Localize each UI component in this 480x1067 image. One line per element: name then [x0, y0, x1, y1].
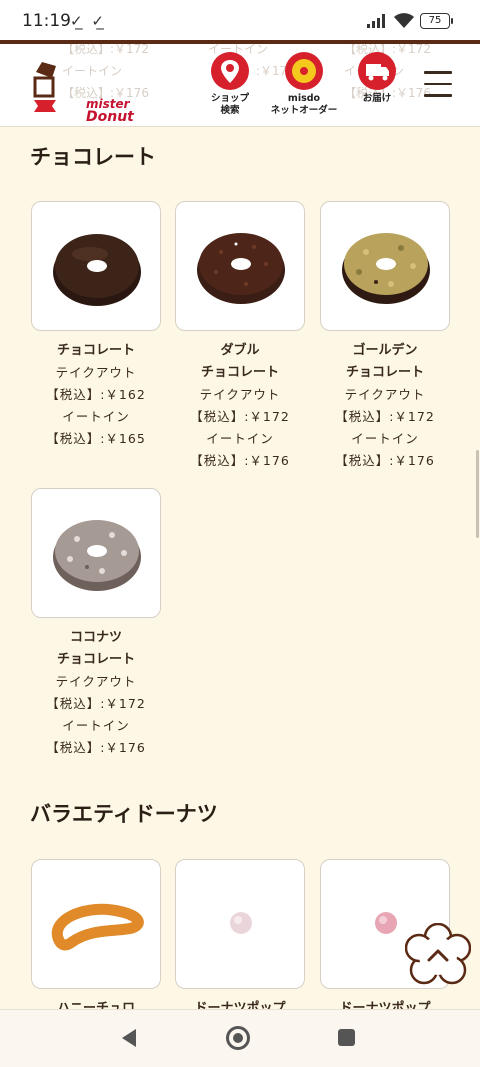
takeout-label: テイクアウト — [55, 365, 137, 380]
takeout-label: テイクアウト — [199, 387, 281, 402]
nav-delivery[interactable]: お届け — [337, 52, 417, 105]
takeout-price: 【税込】:￥172 — [335, 409, 435, 424]
takeout-price: 【税込】:￥172 — [190, 409, 290, 424]
eatin-price: 【税込】:￥176 — [46, 740, 146, 755]
product-name-line1: ゴールデン — [352, 343, 418, 358]
donut-pop-image — [230, 912, 252, 934]
eatin-price: 【税込】:￥165 — [46, 431, 146, 446]
takeout-price: 【税込】:￥162 — [46, 387, 146, 402]
product-card-honey-churro[interactable] — [31, 859, 161, 989]
eatin-price: 【税込】:￥176 — [190, 453, 290, 468]
product-info-golden-chocolate: ゴールデン チョコレート テイクアウト 【税込】:￥172 イートイン 【税込】… — [320, 340, 450, 472]
takeout-label: テイクアウト — [344, 387, 426, 402]
notification-check-icons: ✓̲ ✓̲ — [70, 12, 106, 30]
menu-hamburger-icon[interactable] — [424, 71, 452, 97]
location-pin-icon — [211, 52, 249, 90]
eatin-label: イートイン — [206, 431, 274, 446]
coconut-chocolate-donut-image — [53, 520, 141, 591]
takeout-price: 【税込】:￥172 — [46, 696, 146, 711]
home-icon[interactable] — [226, 1026, 250, 1050]
logo-word-donut: Donut — [86, 109, 134, 125]
nav-net-order[interactable]: misdo ネットオーダー — [264, 52, 344, 117]
ghost-text: 【税込】:￥172 — [62, 42, 149, 56]
double-chocolate-donut-image — [197, 233, 285, 304]
logo-wordmark: mister Donut — [86, 98, 134, 125]
delivery-truck-icon — [358, 52, 396, 90]
product-info-chocolate: チョコレート テイクアウト 【税込】:￥162 イートイン 【税込】:￥165 — [31, 340, 161, 450]
site-header: 【税込】:￥172 イートイン 【税込】:￥176 イートイン 【税込】:￥17… — [0, 40, 480, 127]
mobile-order-icon — [285, 52, 323, 90]
product-card-coconut-chocolate[interactable] — [31, 488, 161, 618]
chocolate-donut-image — [53, 234, 141, 306]
nav-shop-search[interactable]: ショップ 検索 — [190, 52, 270, 117]
eatin-label: イートイン — [62, 409, 130, 424]
product-info-coconut-chocolate: ココナツ チョコレート テイクアウト 【税込】:￥172 イートイン 【税込】:… — [31, 627, 161, 759]
product-card-double-chocolate[interactable] — [175, 201, 305, 331]
product-name: チョコレート — [56, 343, 135, 358]
section-title-variety: バラエティドーナツ — [30, 802, 218, 826]
eatin-label: イートイン — [62, 718, 130, 733]
status-bar: 11:19 ✓̲ ✓̲ 75 — [0, 0, 480, 40]
wifi-icon — [394, 13, 414, 28]
section-title-chocolate: チョコレート — [30, 145, 156, 169]
eatin-label: イートイン — [351, 431, 419, 446]
menu-line — [424, 71, 452, 74]
nav-delivery-label: お届け — [362, 93, 392, 104]
nav-net-order-label: misdo ネットオーダー — [270, 93, 338, 116]
golden-chocolate-donut-image — [342, 233, 430, 304]
battery-icon: 75 — [420, 13, 453, 29]
product-name-line1: ココナツ — [69, 630, 122, 645]
recent-apps-icon[interactable] — [338, 1029, 355, 1046]
product-name-line2: チョコレート — [345, 365, 424, 380]
product-name-line2: チョコレート — [56, 652, 135, 667]
takeout-label: テイクアウト — [55, 674, 137, 689]
nav-shop-search-label: ショップ 検索 — [210, 93, 249, 116]
chef-hat-logo-icon — [33, 62, 56, 112]
product-card-donut-pop-1[interactable] — [175, 859, 305, 989]
menu-line — [424, 82, 452, 85]
product-card-golden-chocolate[interactable] — [320, 201, 450, 331]
scroll-to-top-button[interactable] — [405, 923, 471, 989]
battery-level: 75 — [428, 15, 442, 26]
page-scrollbar[interactable] — [476, 450, 479, 538]
menu-line — [424, 94, 452, 97]
product-name-line2: チョコレート — [200, 365, 279, 380]
product-card-chocolate[interactable] — [31, 201, 161, 331]
product-name-line1: ダブル — [220, 343, 260, 358]
honey-churro-image — [51, 903, 144, 951]
eatin-price: 【税込】:￥176 — [335, 453, 435, 468]
system-nav-bar — [0, 1009, 480, 1067]
back-icon[interactable] — [120, 1028, 138, 1048]
status-time: 11:19 — [22, 11, 71, 31]
signal-icon — [367, 14, 385, 28]
mister-donut-logo[interactable]: mister Donut — [30, 58, 134, 124]
product-info-double-chocolate: ダブル チョコレート テイクアウト 【税込】:￥172 イートイン 【税込】:￥… — [175, 340, 305, 472]
